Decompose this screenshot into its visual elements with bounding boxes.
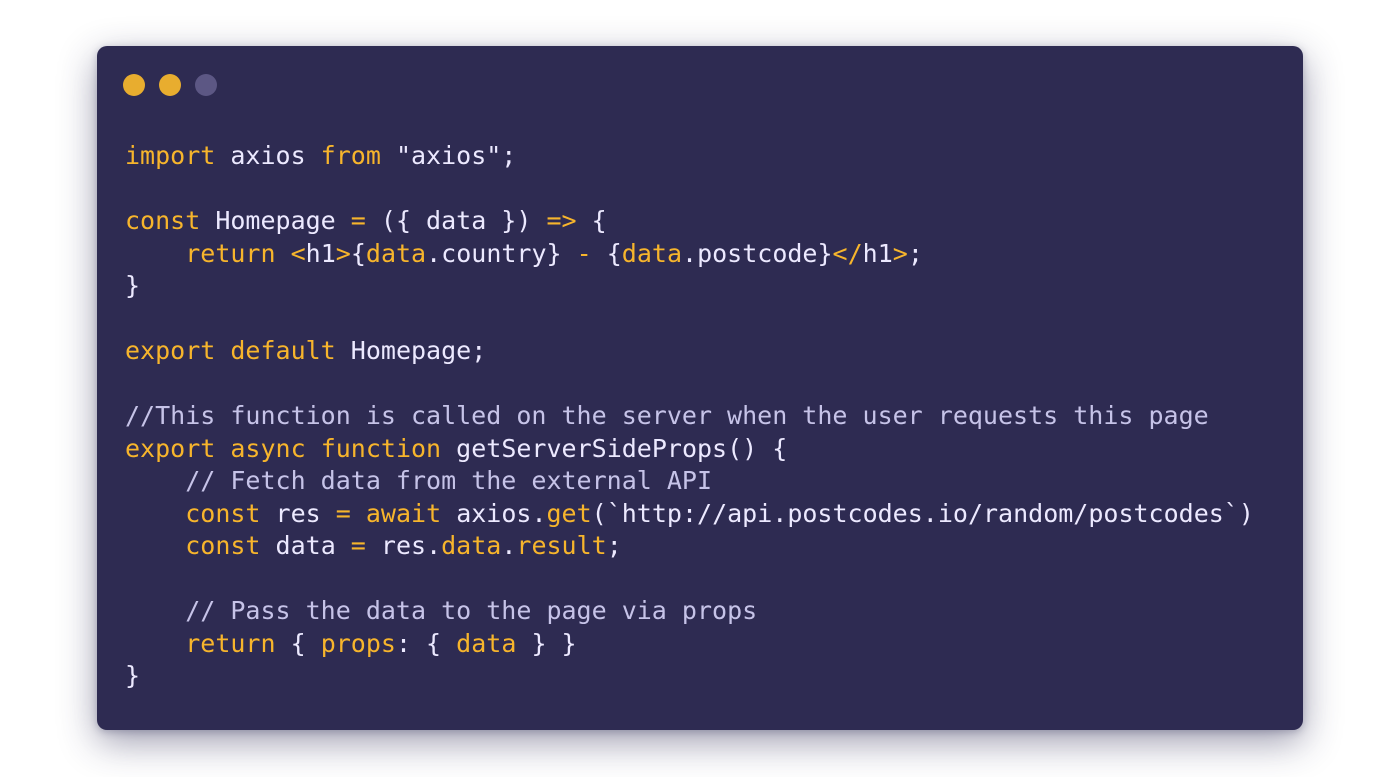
code-token-default bbox=[125, 531, 185, 560]
code-token-keyword: export bbox=[125, 433, 216, 463]
code-line: const res = await axios.get(`http://api.… bbox=[125, 498, 1254, 531]
code-token-default: data bbox=[260, 531, 351, 560]
code-line: } bbox=[125, 660, 1254, 693]
code-token-keyword: export bbox=[125, 336, 216, 365]
code-token-default: Homepage; bbox=[335, 336, 487, 365]
code-token-keyword: data bbox=[365, 238, 427, 268]
code-token-keyword: data bbox=[441, 531, 502, 560]
code-token-default: . bbox=[501, 531, 517, 560]
code-line: return <h1>{data.country} - {data.postco… bbox=[125, 238, 1254, 271]
code-token-keyword: await bbox=[365, 498, 442, 528]
code-token-keyword: async bbox=[230, 433, 306, 463]
code-token-comment: // Pass the data to the page via props bbox=[185, 596, 758, 625]
code-token-default: getServerSideProps() { bbox=[441, 433, 788, 463]
code-token-default bbox=[125, 499, 185, 528]
code-line: // Pass the data to the page via props bbox=[125, 595, 1254, 628]
code-token-default bbox=[215, 336, 230, 365]
code-token-keyword: const bbox=[185, 531, 261, 560]
code-token-default: : { bbox=[395, 628, 457, 658]
minimize-dot-icon[interactable] bbox=[159, 74, 181, 96]
code-token-keyword: default bbox=[230, 336, 336, 365]
code-token-default: } } bbox=[516, 628, 577, 658]
code-token-keyword: props bbox=[320, 628, 396, 658]
code-token-default bbox=[125, 239, 185, 268]
code-token-default: ; bbox=[907, 238, 923, 268]
code-token-comment: //This function is called on the server … bbox=[125, 401, 1209, 430]
code-token-default bbox=[276, 239, 291, 268]
code-token-default: res bbox=[260, 498, 336, 528]
code-token-default: res. bbox=[365, 531, 442, 560]
code-token-default bbox=[125, 466, 185, 495]
code-token-op: < bbox=[290, 238, 306, 268]
code-token-default: ({ data }) bbox=[365, 206, 547, 235]
code-token-default: } bbox=[125, 661, 141, 690]
code-token-default: (`http://api.postcodes.io/random/postcod… bbox=[591, 498, 1254, 528]
close-dot-icon[interactable] bbox=[123, 74, 145, 96]
code-token-keyword: const bbox=[125, 206, 201, 235]
code-token-default bbox=[306, 434, 321, 463]
code-token-keyword: import bbox=[125, 141, 216, 170]
code-window: import axios from "axios"; const Homepage… bbox=[97, 46, 1303, 730]
code-token-default: Homepage bbox=[200, 206, 351, 235]
code-token-op: = bbox=[350, 531, 366, 560]
code-line: return { props: { data } } bbox=[125, 628, 1254, 661]
code-line: //This function is called on the server … bbox=[125, 400, 1254, 433]
code-token-default bbox=[215, 434, 230, 463]
code-line: // Fetch data from the external API bbox=[125, 465, 1254, 498]
maximize-dot-icon[interactable] bbox=[195, 74, 217, 96]
window-controls bbox=[123, 74, 217, 96]
code-line: export async function getServerSideProps… bbox=[125, 433, 1254, 466]
code-line: const Homepage = ({ data }) => { bbox=[125, 205, 1254, 238]
code-token-keyword: result bbox=[516, 531, 607, 560]
code-token-op: = bbox=[335, 498, 351, 528]
code-token-default: axios bbox=[215, 141, 321, 170]
code-token-default: { bbox=[275, 628, 321, 658]
code-token-keyword: from bbox=[320, 141, 381, 170]
code-token-default bbox=[125, 629, 185, 658]
code-token-keyword: function bbox=[320, 433, 442, 463]
code-token-default bbox=[125, 596, 185, 625]
code-token-keyword: return bbox=[185, 238, 276, 268]
code-token-keyword: get bbox=[546, 498, 592, 528]
code-token-default: h1 bbox=[305, 238, 336, 268]
code-token-op: </ bbox=[832, 238, 863, 268]
code-token-default: } bbox=[125, 271, 141, 300]
code-token-default bbox=[351, 499, 366, 528]
code-line: import axios from "axios"; bbox=[125, 140, 1254, 173]
code-token-op: => bbox=[546, 206, 577, 235]
code-token-default: "axios"; bbox=[380, 141, 517, 170]
code-token-keyword: return bbox=[185, 628, 276, 658]
code-token-keyword: data bbox=[456, 628, 517, 658]
code-token-keyword: data bbox=[621, 238, 683, 268]
code-token-op: - bbox=[576, 238, 592, 268]
code-token-default: ; bbox=[606, 531, 622, 560]
code-line: const data = res.data.result; bbox=[125, 530, 1254, 563]
code-block: import axios from "axios"; const Homepage… bbox=[125, 140, 1254, 693]
code-token-op: = bbox=[350, 206, 366, 235]
code-token-default: { bbox=[576, 206, 607, 235]
code-token-default: .postcode} bbox=[682, 238, 833, 268]
code-token-default: axios. bbox=[441, 498, 547, 528]
code-token-default: .country} bbox=[426, 238, 577, 268]
code-line: } bbox=[125, 270, 1254, 303]
code-token-op: > bbox=[335, 238, 351, 268]
code-token-default: h1 bbox=[862, 238, 893, 268]
code-token-default: { bbox=[591, 238, 622, 268]
code-token-comment: // Fetch data from the external API bbox=[185, 466, 713, 495]
code-token-default: { bbox=[350, 238, 366, 268]
code-line: export default Homepage; bbox=[125, 335, 1254, 368]
code-token-keyword: const bbox=[185, 498, 261, 528]
code-token-op: > bbox=[892, 238, 908, 268]
